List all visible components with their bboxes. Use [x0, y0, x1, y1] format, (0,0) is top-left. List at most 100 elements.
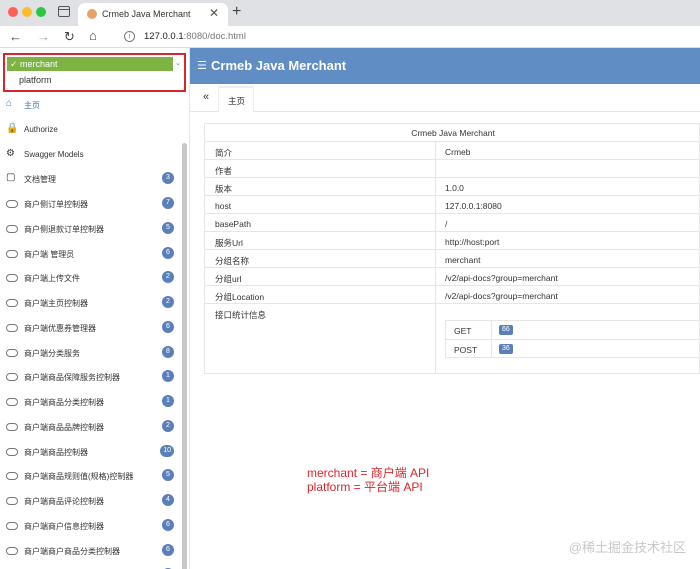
page-tab-strip: « 主页 [190, 84, 700, 112]
count-badge: 6 [162, 320, 174, 333]
count-badge: 10 [160, 444, 174, 457]
cloud-icon [6, 297, 18, 309]
sidebar-item-label: Swagger Models [24, 149, 84, 159]
cloud-icon [6, 446, 18, 458]
row-key: 服务Url [215, 238, 243, 248]
sidebar-item[interactable]: 商户端优惠券管理器 6 [0, 316, 180, 340]
tab-home-label: 主页 [228, 96, 246, 106]
count-badge: 4 [162, 494, 174, 506]
reload-icon[interactable]: ↻ [64, 29, 75, 45]
row-value: 1.0.0 [445, 183, 464, 193]
table-row: basePath / [205, 214, 700, 232]
dropdown-arrow-icon: ⌄ [175, 60, 181, 67]
group-option-merchant[interactable]: ✓ merchant [7, 57, 173, 71]
forward-arrow-icon[interactable]: → [37, 29, 50, 44]
close-tab-icon[interactable]: ✕ [209, 6, 219, 20]
row-key: 简介 [215, 148, 233, 158]
cloud-icon [6, 223, 18, 235]
method-count-badge: 66 [499, 325, 513, 335]
sidebar-item-label: 商户端商品保障服务控制器 [24, 373, 120, 383]
count-badge: 6 [162, 518, 174, 531]
row-key: 分组Location [215, 292, 265, 302]
count-badge: 7 [162, 197, 174, 209]
sidebar-item[interactable]: 商户端主页控制器 2 [0, 291, 180, 315]
annotation-line-platform: platform = 平台端 API [307, 480, 423, 494]
sidebar-item[interactable]: 商户端上传文件 2 [0, 266, 180, 290]
sidebar-item[interactable]: 商户端分类服务 8 [0, 341, 180, 365]
sidebar-item[interactable]: 商户端管理日志控制器1 [0, 563, 180, 569]
count-badge: 6 [162, 543, 174, 556]
table-row: 版本 1.0.0 [205, 178, 700, 196]
count-badge: 6 [162, 246, 174, 259]
sidebar-item-label: 商户端商品分类控制器 [24, 398, 104, 407]
home-nav-icon[interactable]: ⌂ [89, 28, 97, 43]
cloud-icon [6, 545, 18, 557]
maximize-window-button[interactable] [36, 7, 46, 17]
table-row: 分组url/v2/api-docs?group=merchant [205, 268, 700, 286]
table-row: 作者 [205, 160, 700, 178]
sidebar-item[interactable]: 商户端商户信息控制器 6 [0, 514, 180, 538]
row-key: 分组url [215, 274, 242, 284]
sidebar-item[interactable]: ⚙ Swagger Models [0, 143, 180, 167]
sidebar-item-label: 商户端优惠券管理器 [24, 323, 96, 333]
table-row: host 127.0.0.1:8080 [205, 196, 700, 214]
sidebar-item[interactable]: 商户端商户商品分类控制器 6 [0, 539, 180, 563]
sidebar-item[interactable]: 商户端商品评论控制器 4 [0, 489, 180, 513]
sidebar-item-label: 文档管理 [24, 175, 56, 185]
sidebar-item[interactable]: ⌂ 主页 [0, 93, 180, 117]
sidebar-item[interactable]: 商户侧退款订单控制器 5 [0, 217, 180, 241]
sidebar-item[interactable]: ▢ 文档管理 3 [0, 167, 180, 191]
sidebar-item-label: 商户端上传文件 [24, 274, 80, 284]
sidebar-item-label: 商户端商品规则值(规格)控制器 [24, 472, 134, 482]
site-info-icon[interactable]: i [124, 31, 135, 42]
minimize-window-button[interactable] [22, 7, 32, 17]
tab-home[interactable]: 主页 [218, 86, 254, 112]
sidebar-item[interactable]: 商户侧订单控制器 7 [0, 192, 180, 216]
sidebar-item[interactable]: 🔒 Authorize [0, 118, 180, 142]
back-arrow-icon[interactable]: ← [9, 29, 22, 44]
row-key: 作者 [215, 166, 233, 176]
group-option-platform[interactable]: platform [19, 75, 52, 85]
row-value: / [445, 219, 448, 229]
method-count-badge: 36 [499, 344, 513, 354]
count-badge: 2 [162, 296, 174, 308]
new-tab-icon[interactable]: + [232, 3, 241, 21]
column-divider [435, 142, 436, 374]
info-table-title: Crmeb Java Merchant [205, 124, 700, 142]
folder-icon: ▢ [6, 172, 16, 184]
sidebar-item-label: 商户端分类服务 [24, 348, 80, 358]
sidebar-item-label: 商户侧订单控制器 [24, 200, 88, 209]
count-badge: 2 [162, 419, 174, 432]
api-info-table: Crmeb Java Merchant 简介 Crmeb 作者 版本 1.0.0 host… [204, 123, 700, 374]
sidebar-toggle-icon[interactable] [58, 6, 70, 17]
sidebar-item[interactable]: 商户端商品品牌控制器 2 [0, 415, 180, 439]
sidebar-item[interactable]: 商户端商品保障服务控制器 1 [0, 365, 180, 389]
count-badge: 5 [162, 469, 174, 482]
cloud-icon [6, 520, 18, 532]
sidebar-item[interactable]: 商户端商品控制器 10 [0, 440, 180, 464]
home-icon: ⌂ [6, 98, 13, 109]
method-row: POST 36 [446, 339, 700, 357]
close-window-button[interactable] [8, 7, 18, 17]
annotation-note: merchant = 商户端 API platform = 平台端 API [307, 466, 429, 494]
method-name: GET [454, 326, 472, 336]
cloud-icon [6, 495, 18, 507]
sidebar-item[interactable]: 商户端商品规则值(规格)控制器 5 [0, 464, 180, 488]
cloud-icon [6, 470, 18, 482]
sidebar-item[interactable]: 商户端 管理员 6 [0, 242, 180, 266]
browser-tab[interactable]: Crmeb Java Merchant ✕ [78, 3, 228, 26]
sidebar-scrollbar[interactable] [182, 143, 187, 569]
cloud-icon [6, 322, 18, 334]
sidebar-item-label: 商户端商品控制器 [24, 447, 88, 457]
sidebar-item-label: 商户端商户商品分类控制器 [24, 546, 120, 556]
sidebar-item-label: 商户侧退款订单控制器 [24, 224, 104, 234]
browser-tab-bar: Crmeb Java Merchant ✕ + [0, 0, 700, 26]
menu-toggle-icon[interactable]: ☰ [197, 59, 207, 72]
sidebar-item[interactable]: 商户端商品分类控制器 1 [0, 390, 180, 414]
group-select-dropdown[interactable]: ✓ merchant platform ⌄ [3, 53, 186, 92]
row-key: host [215, 201, 232, 211]
sidebar-item-label: 商户端商品品牌控制器 [24, 422, 104, 432]
app-title: Crmeb Java Merchant [211, 58, 347, 73]
url-field[interactable]: 127.0.0.1:8080/doc.html [144, 31, 246, 42]
collapse-icon[interactable]: « [203, 91, 209, 103]
